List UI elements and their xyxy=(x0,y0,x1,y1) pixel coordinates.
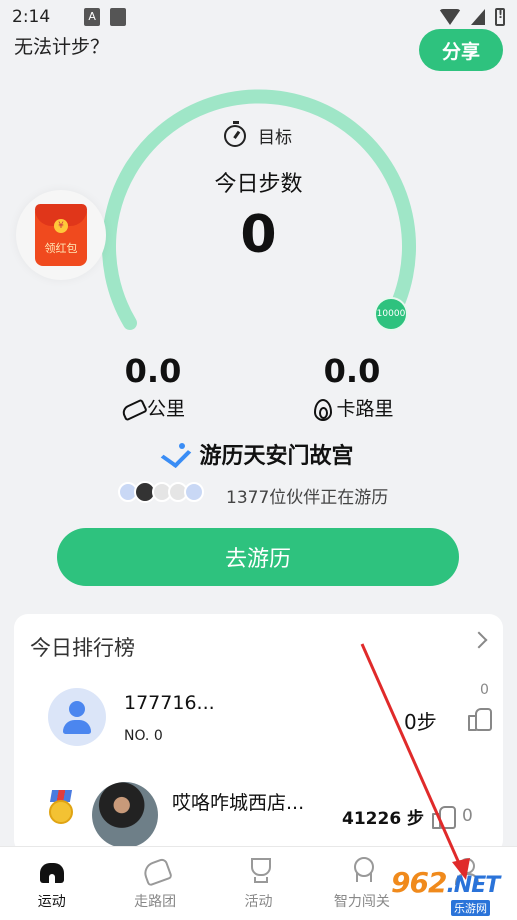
thumbs-up-icon[interactable] xyxy=(468,706,492,731)
wifi-icon xyxy=(439,9,461,25)
ranking-card: 今日排行榜 177716... NO. 0 0步 0 哎咯咋城西店... 412… xyxy=(14,614,503,854)
nav-item-activity[interactable]: 活动 xyxy=(207,847,310,920)
like-count: 0 xyxy=(480,682,489,698)
award-icon xyxy=(347,855,377,885)
companions-count-text: 1377位伙伴正在游历 xyxy=(226,488,389,508)
tour-title: 游历天安门故宫 xyxy=(199,444,354,469)
red-packet-button[interactable]: ¥ 领红包 xyxy=(16,190,106,280)
like-count: 0 xyxy=(462,806,473,826)
calories-value: 0.0 xyxy=(323,352,381,390)
battery-alert-icon xyxy=(495,8,505,26)
avatar xyxy=(184,482,204,502)
ranking-title: 今日排行榜 xyxy=(30,636,135,660)
distance-value: 0.0 xyxy=(124,352,182,390)
gold-medal-icon xyxy=(48,790,74,826)
signal-icon xyxy=(471,9,485,25)
rank-number: NO. 0 xyxy=(124,728,163,744)
running-icon xyxy=(163,442,189,466)
shoe-icon xyxy=(121,397,143,419)
distance-stat: 0.0 公里 xyxy=(108,352,198,421)
avatar xyxy=(92,782,158,848)
goal-label: 目标 xyxy=(258,128,292,148)
companion-avatars xyxy=(118,481,204,503)
calories-label: 卡路里 xyxy=(336,398,394,420)
nav-label: 走路团 xyxy=(134,894,177,910)
calories-stat: 0.0 卡路里 xyxy=(300,352,404,421)
watermark-logo: 962.NET 乐游网 xyxy=(391,866,500,916)
notification-a-icon: A xyxy=(84,8,101,26)
red-packet-label: 领红包 xyxy=(44,242,78,255)
tour-title-row: 游历天安门故宫 xyxy=(0,438,517,470)
chevron-right-icon[interactable] xyxy=(470,631,488,649)
distance-label: 公里 xyxy=(146,398,185,420)
nav-label: 活动 xyxy=(244,894,273,910)
nav-item-walking-group[interactable]: 走路团 xyxy=(103,847,206,920)
nav-label: 智力闯关 xyxy=(333,894,390,910)
avatar xyxy=(48,688,106,746)
timer-icon xyxy=(224,120,246,147)
square-icon xyxy=(110,8,127,26)
cant-step-link[interactable]: 无法计步？ xyxy=(14,32,109,59)
thumbs-up-icon[interactable] xyxy=(432,804,456,829)
shoe-icon xyxy=(140,855,170,885)
fire-icon xyxy=(310,397,333,421)
rank-user-name: 177716... xyxy=(124,692,215,714)
nav-label: 运动 xyxy=(37,894,66,910)
goal-value-badge: 10000 xyxy=(374,297,408,331)
ranking-row-me[interactable]: 177716... NO. 0 0步 0 xyxy=(14,682,503,748)
rank-steps: 0步 xyxy=(404,710,437,734)
go-tour-button[interactable]: 去游历 xyxy=(57,528,459,586)
home-icon xyxy=(37,855,67,885)
rank-steps: 41226 步 xyxy=(342,809,425,829)
rank-user-name: 哎咯咋城西店... xyxy=(172,792,305,814)
red-envelope-icon: ¥ 领红包 xyxy=(35,204,87,266)
goal-row[interactable]: 目标 xyxy=(224,120,292,148)
status-time: 2:14 xyxy=(12,7,51,27)
ranking-row[interactable]: 哎咯咋城西店... 41226 步 0 xyxy=(14,782,503,852)
trophy-icon xyxy=(244,855,274,885)
share-button[interactable]: 分享 xyxy=(419,29,503,71)
nav-item-sports[interactable]: 运动 xyxy=(0,847,103,920)
